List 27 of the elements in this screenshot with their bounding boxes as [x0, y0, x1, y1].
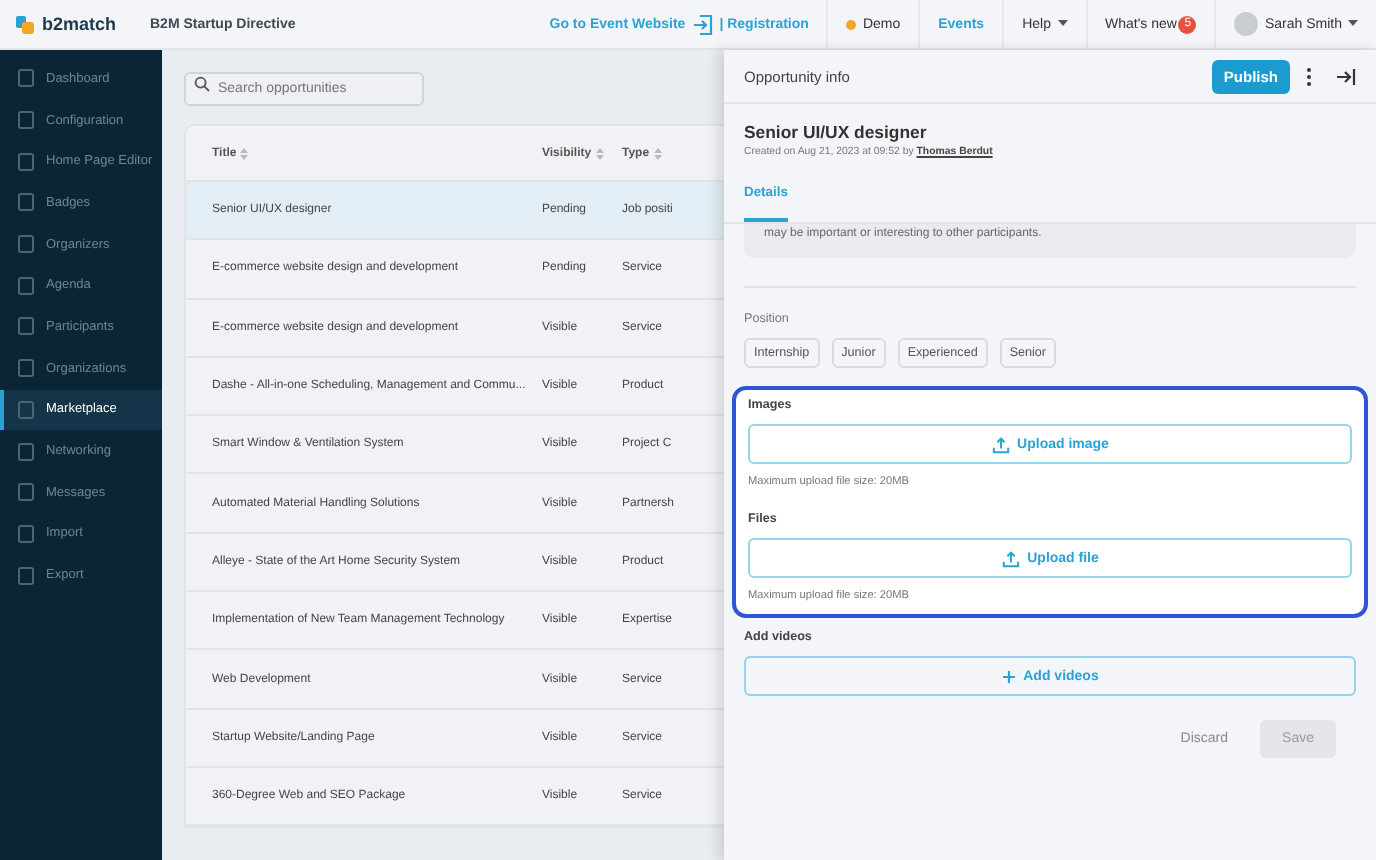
- opportunity-title: Senior UI/UX designer: [744, 122, 929, 142]
- upload-icon: [991, 435, 1010, 453]
- page-icon: [16, 399, 36, 420]
- page-icon: [16, 110, 36, 131]
- logo-icon: [14, 13, 36, 35]
- collapse-icon[interactable]: [1336, 67, 1356, 85]
- page-icon: [16, 151, 36, 172]
- page-icon: [16, 275, 36, 296]
- page-icon: [16, 441, 36, 462]
- page-icon: [16, 358, 36, 379]
- sort-icon: [240, 147, 249, 159]
- plus-icon: [1001, 669, 1016, 683]
- sort-icon: [595, 147, 604, 159]
- page-icon: [16, 523, 36, 544]
- page-icon: [16, 565, 36, 586]
- page-icon: [16, 482, 36, 503]
- sort-icon: [653, 147, 662, 159]
- page-icon: [16, 68, 36, 89]
- caret-icon: [1057, 20, 1067, 28]
- page-icon: [16, 234, 36, 255]
- caret-icon: [1348, 20, 1358, 28]
- page-icon: [16, 316, 36, 337]
- page-icon: [16, 192, 36, 213]
- enter-icon: [691, 13, 714, 35]
- upload-icon: [1001, 549, 1020, 567]
- more-icon[interactable]: [1306, 67, 1312, 85]
- logo-text: b2match: [42, 14, 117, 34]
